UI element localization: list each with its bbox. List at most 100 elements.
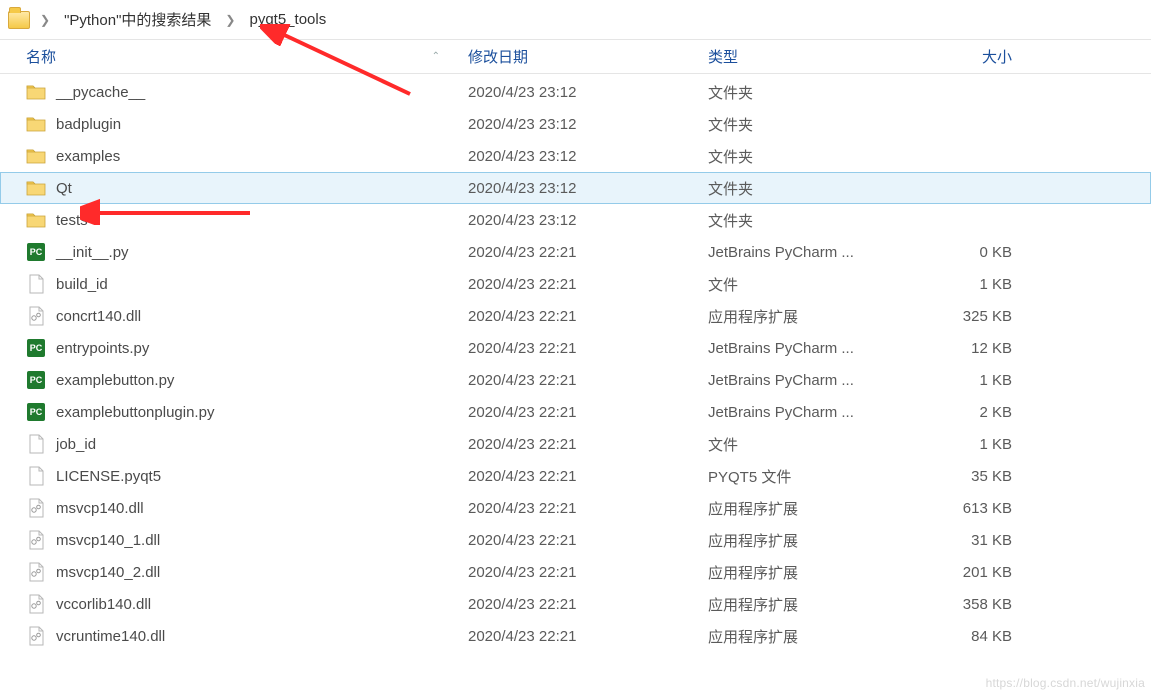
file-date: 2020/4/23 22:21 — [460, 500, 700, 517]
file-date: 2020/4/23 22:21 — [460, 340, 700, 357]
file-name: badplugin — [56, 116, 121, 133]
file-date: 2020/4/23 22:21 — [460, 596, 700, 613]
table-row[interactable]: job_id 2020/4/23 22:21文件1 KB — [0, 428, 1151, 460]
column-headers: 名称 ⌃ 修改日期 类型 大小 — [0, 40, 1151, 74]
file-name-cell: tests — [0, 210, 460, 230]
file-type: 文件夹 — [700, 210, 920, 231]
table-row[interactable]: vcruntime140.dll2020/4/23 22:21应用程序扩展84 … — [0, 620, 1151, 652]
file-size: 12 KB — [920, 340, 1030, 357]
file-size: 1 KB — [920, 436, 1030, 453]
svg-text:PC: PC — [30, 247, 43, 257]
breadcrumb-part-1[interactable]: "Python"中的搜索结果 — [60, 7, 215, 32]
file-size: 35 KB — [920, 468, 1030, 485]
table-row[interactable]: msvcp140.dll2020/4/23 22:21应用程序扩展613 KB — [0, 492, 1151, 524]
file-date: 2020/4/23 22:21 — [460, 532, 700, 549]
file-type: 应用程序扩展 — [700, 530, 920, 551]
file-size: 1 KB — [920, 276, 1030, 293]
column-header-name[interactable]: 名称 ⌃ — [0, 46, 460, 67]
file-name-cell: job_id — [0, 434, 460, 454]
file-type: 文件 — [700, 434, 920, 455]
file-name-cell: __pycache__ — [0, 82, 460, 102]
file-name-cell: examples — [0, 146, 460, 166]
file-size: 201 KB — [920, 564, 1030, 581]
file-date: 2020/4/23 23:12 — [460, 84, 700, 101]
file-type: JetBrains PyCharm ... — [700, 404, 920, 421]
watermark: https://blog.csdn.net/wujinxia — [986, 676, 1145, 690]
file-type: PYQT5 文件 — [700, 466, 920, 487]
file-name: Qt — [56, 180, 72, 197]
file-name: examples — [56, 148, 120, 165]
table-row[interactable]: concrt140.dll2020/4/23 22:21应用程序扩展325 KB — [0, 300, 1151, 332]
file-name-cell: LICENSE.pyqt5 — [0, 466, 460, 486]
column-header-type[interactable]: 类型 — [700, 46, 920, 67]
file-name: msvcp140_1.dll — [56, 532, 160, 549]
table-row[interactable]: examples 2020/4/23 23:12文件夹 — [0, 140, 1151, 172]
table-row[interactable]: PC__init__.py2020/4/23 22:21JetBrains Py… — [0, 236, 1151, 268]
table-row[interactable]: tests 2020/4/23 23:12文件夹 — [0, 204, 1151, 236]
dll-icon — [26, 306, 46, 326]
breadcrumb-part-2[interactable]: pyqt5_tools — [245, 9, 330, 30]
file-list: __pycache__2020/4/23 23:12文件夹badplugin20… — [0, 74, 1151, 652]
table-row[interactable]: vccorlib140.dll2020/4/23 22:21应用程序扩展358 … — [0, 588, 1151, 620]
table-row[interactable]: badplugin2020/4/23 23:12文件夹 — [0, 108, 1151, 140]
folder-icon — [26, 82, 46, 102]
file-name: entrypoints.py — [56, 340, 149, 357]
py-icon: PC — [26, 242, 46, 262]
file-name-cell: PCexamplebuttonplugin.py — [0, 402, 460, 422]
file-name: msvcp140.dll — [56, 500, 144, 517]
table-row[interactable]: __pycache__2020/4/23 23:12文件夹 — [0, 76, 1151, 108]
file-date: 2020/4/23 22:21 — [460, 276, 700, 293]
chevron-right-icon: ❯ — [221, 13, 239, 27]
dll-icon — [26, 530, 46, 550]
file-name: examplebutton.py — [56, 372, 174, 389]
file-size: 325 KB — [920, 308, 1030, 325]
file-name: job_id — [56, 436, 96, 453]
table-row[interactable]: Qt2020/4/23 23:12文件夹 — [0, 172, 1151, 204]
table-row[interactable]: msvcp140_2.dll2020/4/23 22:21应用程序扩展201 K… — [0, 556, 1151, 588]
file-type: JetBrains PyCharm ... — [700, 340, 920, 357]
file-name-cell: PC entrypoints.py — [0, 338, 460, 358]
file-type: 应用程序扩展 — [700, 498, 920, 519]
file-name: concrt140.dll — [56, 308, 141, 325]
file-type: 文件夹 — [700, 146, 920, 167]
file-type: 文件 — [700, 274, 920, 295]
folder-icon — [26, 210, 46, 230]
svg-text:PC: PC — [30, 407, 43, 417]
table-row[interactable]: build_id 2020/4/23 22:21文件1 KB — [0, 268, 1151, 300]
file-date: 2020/4/23 23:12 — [460, 148, 700, 165]
file-size: 358 KB — [920, 596, 1030, 613]
table-row[interactable]: PCexamplebuttonplugin.py2020/4/23 22:21J… — [0, 396, 1151, 428]
table-row[interactable]: LICENSE.pyqt52020/4/23 22:21PYQT5 文件35 K… — [0, 460, 1151, 492]
file-date: 2020/4/23 22:21 — [460, 468, 700, 485]
table-row[interactable]: msvcp140_1.dll2020/4/23 22:21应用程序扩展31 KB — [0, 524, 1151, 556]
svg-text:PC: PC — [30, 343, 43, 353]
table-row[interactable]: PCexamplebutton.py2020/4/23 22:21JetBrai… — [0, 364, 1151, 396]
breadcrumb[interactable]: ❯ "Python"中的搜索结果 ❯ pyqt5_tools — [0, 0, 1151, 40]
folder-icon — [26, 146, 46, 166]
dll-icon — [26, 562, 46, 582]
table-row[interactable]: PC entrypoints.py 2020/4/23 22:21JetBrains… — [0, 332, 1151, 364]
column-header-size[interactable]: 大小 — [920, 46, 1030, 67]
file-date: 2020/4/23 22:21 — [460, 564, 700, 581]
file-name: tests — [56, 212, 88, 229]
file-name-cell: msvcp140_1.dll — [0, 530, 460, 550]
file-name: msvcp140_2.dll — [56, 564, 160, 581]
file-date: 2020/4/23 23:12 — [460, 180, 700, 197]
file-date: 2020/4/23 23:12 — [460, 212, 700, 229]
py-icon: PC — [26, 338, 46, 358]
file-date: 2020/4/23 22:21 — [460, 436, 700, 453]
file-type: JetBrains PyCharm ... — [700, 244, 920, 261]
file-date: 2020/4/23 22:21 — [460, 308, 700, 325]
file-name-cell: Qt — [0, 178, 460, 198]
folder-icon — [8, 11, 30, 29]
column-header-date[interactable]: 修改日期 — [460, 46, 700, 67]
file-name: __init__.py — [56, 244, 129, 261]
file-icon — [26, 434, 46, 454]
file-size: 1 KB — [920, 372, 1030, 389]
dll-icon — [26, 498, 46, 518]
folder-icon — [26, 178, 46, 198]
file-name: build_id — [56, 276, 108, 293]
folder-icon — [26, 114, 46, 134]
file-name-cell: msvcp140_2.dll — [0, 562, 460, 582]
file-name-cell: PCexamplebutton.py — [0, 370, 460, 390]
